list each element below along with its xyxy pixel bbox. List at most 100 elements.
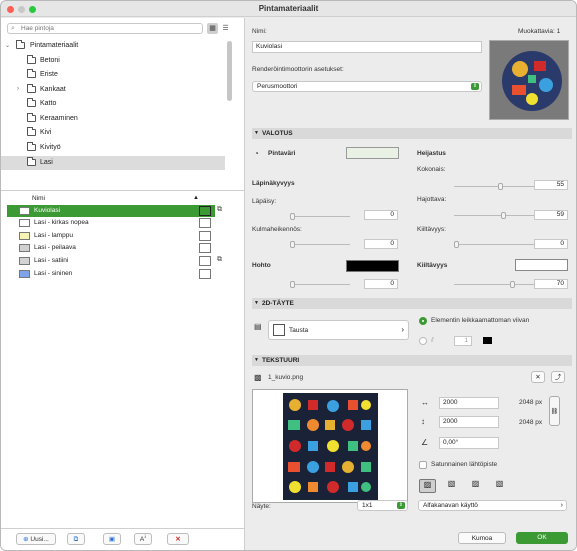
transmission-slider[interactable] xyxy=(290,213,350,220)
name-label: Nimi: xyxy=(252,28,267,35)
list-item[interactable]: Lasi - sininen xyxy=(7,268,215,280)
tree-folder-katto[interactable]: Katto xyxy=(1,97,225,111)
width-icon: ↔ xyxy=(421,398,429,407)
ok-button[interactable]: OK xyxy=(516,532,568,544)
folder-icon xyxy=(16,40,25,49)
tree-folder-kivityo[interactable]: Kivityö xyxy=(1,141,225,155)
total-value[interactable]: 55 xyxy=(534,180,568,190)
diffuse-slider[interactable] xyxy=(454,212,534,219)
tree-root[interactable]: ⌄ Pintamateriaalit xyxy=(1,39,225,53)
shine-color-swatch[interactable] xyxy=(515,259,568,271)
list-item[interactable]: Lasi - lamppu xyxy=(7,230,215,242)
tree-folder-eriste[interactable]: Eriste xyxy=(1,68,225,82)
fill-swatch xyxy=(273,324,285,336)
height-icon: ↕ xyxy=(421,417,425,426)
pen-value[interactable]: 1 xyxy=(454,336,472,346)
list-header[interactable]: Nimi ▲ xyxy=(7,194,231,203)
mirror-y-button[interactable]: ▨ xyxy=(467,479,484,493)
list-item[interactable]: Lasi - kirkas nopea xyxy=(7,217,215,229)
tree-folder-kankaat[interactable]: › Kankaat xyxy=(1,83,225,97)
engine-value: Perusmoottori xyxy=(257,83,298,90)
item-checkbox[interactable] xyxy=(199,243,211,253)
texture-mirror-xy-icon: ▧ xyxy=(495,479,504,488)
option-pen-radio[interactable] xyxy=(419,337,427,345)
pen-color-swatch[interactable] xyxy=(483,337,492,344)
folder-tree: ⌄ Pintamateriaalit Betoni Eriste › Kankaa… xyxy=(1,39,225,189)
option-cut-radio[interactable] xyxy=(419,317,427,325)
tree-folder-kivi[interactable]: Kivi xyxy=(1,126,225,140)
list-item[interactable]: Lasi - satiini ⧉ xyxy=(7,255,222,267)
chevron-down-icon[interactable]: ⌄ xyxy=(5,42,10,49)
fill-section-header[interactable]: 2D-TÄYTE xyxy=(252,298,572,309)
engine-select[interactable]: Perusmoottori ⇕ xyxy=(252,81,482,92)
item-label: Lasi - sininen xyxy=(34,270,73,277)
chain-link-icon: ⛓ xyxy=(550,409,559,415)
glow-value[interactable]: 0 xyxy=(364,279,398,289)
item-checkbox[interactable] xyxy=(199,206,211,216)
save-button[interactable]: ▣ xyxy=(103,533,121,545)
browse-texture-button[interactable]: ⤴ xyxy=(551,371,565,383)
tree-folder-lasi[interactable]: Lasi xyxy=(1,156,225,170)
diffuse-label: Hajottava: xyxy=(417,196,447,203)
tree-root-label: Pintamateriaalit xyxy=(30,42,79,49)
glow-slider[interactable] xyxy=(290,281,350,288)
chevron-right-icon: › xyxy=(401,325,404,334)
list-view-icon[interactable]: ☰ xyxy=(220,23,231,34)
texture-height-field[interactable]: 2000 xyxy=(439,416,499,428)
tree-folder-keraaminen[interactable]: Keraaminen xyxy=(1,112,225,126)
shine-slider[interactable] xyxy=(454,281,534,288)
list-item[interactable]: Lasi - peilaava xyxy=(7,242,215,254)
pane-divider[interactable] xyxy=(1,190,245,191)
texture-width-field[interactable]: 2000 xyxy=(439,397,499,409)
falloff-slider[interactable] xyxy=(290,241,350,248)
gloss-slider[interactable] xyxy=(454,241,534,248)
pen-icon: ⫽ xyxy=(431,337,434,344)
alpha-select[interactable]: Alfakanavan käyttö › xyxy=(418,500,567,511)
window-title: Pintamateriaalit xyxy=(258,4,319,13)
transmission-value[interactable]: 0 xyxy=(364,210,398,220)
folder-label: Lasi xyxy=(40,159,53,166)
surface-color-swatch[interactable] xyxy=(346,147,399,159)
item-checkbox[interactable] xyxy=(199,269,211,279)
rename-button[interactable]: Aꜞ xyxy=(134,533,152,545)
texture-angle-field[interactable]: 0,00° xyxy=(439,437,499,449)
lock-ratio-button[interactable]: ⛓ xyxy=(549,396,560,426)
mirror-x-button[interactable]: ▧ xyxy=(443,479,460,493)
search-box[interactable]: ⌕ xyxy=(7,23,203,34)
color-swatch xyxy=(19,207,30,215)
mirror-none-button[interactable]: ▨ xyxy=(419,479,436,493)
cancel-button[interactable]: Kumoa xyxy=(458,532,506,544)
item-checkbox[interactable] xyxy=(199,231,211,241)
delete-button[interactable]: ✕ xyxy=(167,533,189,545)
item-checkbox[interactable] xyxy=(199,218,211,228)
fill-select[interactable]: Tausta › xyxy=(268,320,409,340)
duplicate-button[interactable]: ⧉ xyxy=(67,533,85,545)
color-swatch xyxy=(19,257,30,265)
search-input[interactable] xyxy=(21,24,199,33)
sort-ascending-icon[interactable]: ▲ xyxy=(193,195,199,201)
diffuse-value[interactable]: 59 xyxy=(534,210,568,220)
sample-select[interactable]: 1x1 ⇕ xyxy=(357,500,408,511)
tree-view-icon[interactable]: ▦ xyxy=(207,23,218,34)
search-icon: ⌕ xyxy=(11,25,15,32)
item-checkbox[interactable] xyxy=(199,256,211,266)
tree-scrollbar[interactable] xyxy=(227,41,232,101)
glow-color-swatch[interactable] xyxy=(346,260,399,272)
lighting-section-header[interactable]: VALOTUS xyxy=(252,128,572,139)
new-material-button[interactable]: ⊕ Uusi... xyxy=(16,533,56,545)
list-item[interactable]: Kuviolasi ⧉ xyxy=(7,205,222,217)
name-field[interactable]: Kuviolasi xyxy=(252,41,482,53)
tree-folder-betoni[interactable]: Betoni xyxy=(1,54,225,68)
falloff-value[interactable]: 0 xyxy=(364,239,398,249)
random-origin-checkbox[interactable] xyxy=(419,461,427,469)
remove-texture-button[interactable]: ✕ xyxy=(531,371,545,383)
right-pane: Nimi: Muokattavia: 1 Kuviolasi Renderöin… xyxy=(246,18,576,550)
name-column-header[interactable]: Nimi xyxy=(32,195,45,202)
gloss-value[interactable]: 0 xyxy=(534,239,568,249)
texture-section-header[interactable]: TEKSTUURI xyxy=(252,355,572,366)
chevron-right-icon[interactable]: › xyxy=(17,86,19,92)
total-slider[interactable] xyxy=(454,183,534,190)
mirror-xy-button[interactable]: ▧ xyxy=(491,479,508,493)
shine-value[interactable]: 70 xyxy=(534,279,568,289)
texture-icon: ⧉ xyxy=(217,206,222,213)
